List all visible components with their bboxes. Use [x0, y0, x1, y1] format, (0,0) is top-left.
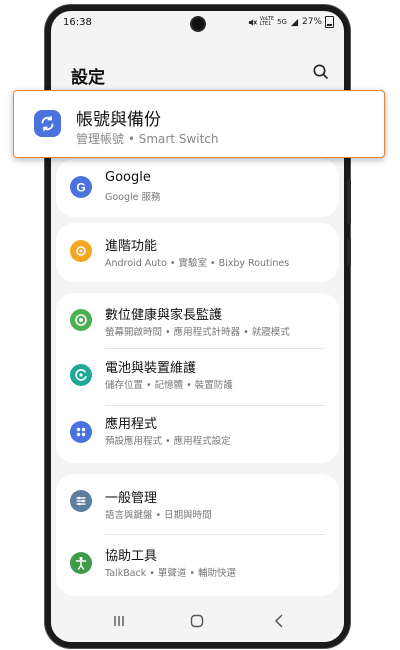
- status-icons: VoLTE LTE1 5G 27%: [248, 16, 334, 28]
- digital-wellbeing-icon: [70, 309, 92, 331]
- page-title: 設定: [71, 68, 105, 88]
- back-icon: [274, 614, 283, 628]
- item-subtitle: 預設應用程式 • 應用程式設定: [105, 436, 231, 447]
- google-icon: G: [70, 176, 92, 198]
- item-title: 一般管理: [105, 491, 158, 506]
- volume-button: [347, 180, 351, 224]
- battery-percent: 27%: [301, 17, 322, 27]
- network-type: 5G: [277, 18, 287, 26]
- signal-icon: [290, 18, 299, 26]
- battery-icon: [325, 16, 334, 28]
- settings-item-advanced-features[interactable]: 進階功能 Android Auto • 實驗室 • Bixby Routines: [56, 225, 339, 280]
- svg-text:G: G: [76, 181, 85, 195]
- sync-icon: [34, 110, 61, 137]
- item-subtitle: 管理帳號 • Smart Switch: [76, 132, 219, 146]
- item-title: Google: [105, 170, 151, 185]
- home-button[interactable]: [185, 610, 209, 632]
- settings-card-system: 一般管理 語言與鍵盤 • 日期與時間 協助工具 TalkBack • 單聲道 •…: [56, 474, 339, 596]
- settings-item-battery-device-care[interactable]: 電池與裝置維護 儲存位置 • 記憶體 • 裝置防護: [56, 350, 339, 405]
- item-title: 應用程式: [105, 417, 158, 432]
- settings-card-advanced: 進階功能 Android Auto • 實驗室 • Bixby Routines: [56, 223, 339, 282]
- general-management-icon: [70, 490, 92, 512]
- settings-card-device: 數位健康與家長監護 螢幕開啟時間 • 應用程式計時器 • 就寢模式 電池與裝置維…: [56, 293, 339, 463]
- recents-icon: [114, 616, 124, 626]
- navigation-bar: [51, 600, 344, 642]
- divider: [105, 405, 325, 406]
- back-button[interactable]: [267, 610, 291, 632]
- settings-item-accessibility[interactable]: 協助工具 TalkBack • 單聲道 • 輔助快選: [56, 536, 339, 591]
- item-subtitle: Google 服務: [105, 192, 161, 203]
- device-care-icon: [70, 364, 92, 386]
- item-title: 協助工具: [105, 549, 158, 564]
- highlighted-item-accounts-backup[interactable]: 帳號與備份 管理帳號 • Smart Switch: [13, 90, 385, 158]
- item-title: 電池與裝置維護: [105, 361, 197, 376]
- settings-item-google[interactable]: G Google Google 服務: [56, 161, 339, 216]
- home-icon: [190, 614, 204, 628]
- item-subtitle: 螢幕開啟時間 • 應用程式計時器 • 就寢模式: [105, 327, 290, 338]
- item-subtitle: TalkBack • 單聲道 • 輔助快選: [105, 568, 237, 579]
- settings-item-digital-wellbeing[interactable]: 數位健康與家長監護 螢幕開啟時間 • 應用程式計時器 • 就寢模式: [56, 295, 339, 350]
- divider: [105, 534, 325, 535]
- volte-label: VoLTE LTE1: [259, 16, 275, 27]
- search-button[interactable]: [310, 61, 332, 83]
- settings-card-google: G Google Google 服務: [56, 159, 339, 217]
- item-subtitle: 語言與鍵盤 • 日期與時間: [105, 510, 212, 521]
- item-subtitle: Android Auto • 實驗室 • Bixby Routines: [105, 258, 290, 269]
- divider: [105, 348, 325, 349]
- settings-item-general-management[interactable]: 一般管理 語言與鍵盤 • 日期與時間: [56, 476, 339, 531]
- item-title: 進階功能: [105, 239, 158, 254]
- search-icon: [313, 64, 328, 79]
- status-time: 16:38: [63, 17, 92, 28]
- item-subtitle: 儲存位置 • 記憶體 • 裝置防護: [105, 380, 233, 391]
- recents-button[interactable]: [107, 610, 131, 632]
- accessibility-icon: [70, 552, 92, 574]
- advanced-features-icon: [70, 240, 92, 262]
- mute-icon: [248, 18, 257, 26]
- front-camera: [192, 18, 204, 30]
- settings-item-apps[interactable]: 應用程式 預設應用程式 • 應用程式設定: [56, 407, 339, 462]
- power-button: [347, 238, 351, 266]
- apps-icon: [70, 421, 92, 443]
- status-bar: 16:38 VoLTE LTE1 5G 27%: [51, 11, 344, 35]
- item-title: 數位健康與家長監護: [105, 308, 223, 323]
- item-title: 帳號與備份: [76, 110, 161, 130]
